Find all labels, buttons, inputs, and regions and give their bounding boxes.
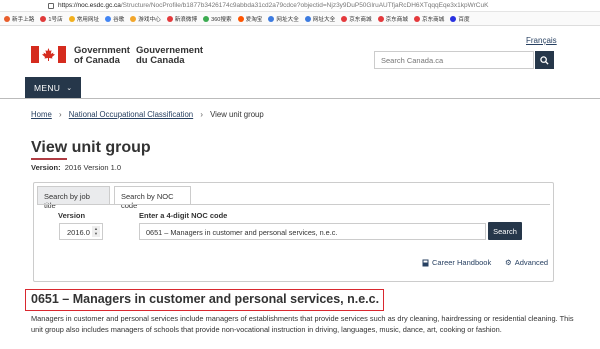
version-info: Version: 2016 Version 1.0 <box>31 163 122 172</box>
book-icon <box>422 259 429 266</box>
language-toggle-link[interactable]: Français <box>526 36 557 45</box>
noc-code-input[interactable]: 0651 – Managers in customer and personal… <box>139 223 486 240</box>
breadcrumb-separator-icon: › <box>58 110 62 119</box>
bookmark-item[interactable]: 谷歌 <box>105 15 124 23</box>
page-title: View unit group <box>31 139 151 156</box>
bookmark-favicon-icon <box>68 15 75 22</box>
address-bar[interactable]: https://noc.esdc.gc.ca/Structure/NocProf… <box>0 0 600 12</box>
version-select[interactable]: 2016.0 ▲ ▼ <box>59 223 103 240</box>
bookmark-favicon-icon <box>105 15 112 22</box>
career-handbook-link[interactable]: Career Handbook <box>422 258 491 267</box>
site-search-button[interactable] <box>535 51 554 69</box>
bookmark-favicon-icon <box>4 15 10 22</box>
header-divider <box>0 98 600 99</box>
bookmark-favicon-icon <box>268 15 275 22</box>
bookmark-item[interactable]: 网址大全 <box>268 15 299 23</box>
breadcrumb-separator-icon: › <box>200 110 203 119</box>
menu-button[interactable]: MENU ⌄ <box>25 77 81 98</box>
noc-code-label: Enter a 4-digit NOC code <box>139 211 228 220</box>
site-search-input[interactable] <box>374 51 534 69</box>
noc-search-button[interactable]: Search <box>488 222 522 240</box>
search-icon <box>540 55 549 65</box>
select-arrows-icon: ▲ ▼ <box>92 226 100 237</box>
bookmark-item[interactable]: 新浪微博 <box>166 15 197 23</box>
tab-search-by-noc-code[interactable]: Search by NOC code <box>114 186 191 210</box>
url-text[interactable]: https://noc.esdc.gc.ca/Structure/NocProf… <box>58 2 598 9</box>
advanced-search-link[interactable]: ⚙ Advanced <box>505 258 548 267</box>
breadcrumb-noc[interactable]: National Occupational Classification <box>69 110 193 119</box>
tabs-divider <box>37 204 550 205</box>
bookmark-favicon-icon <box>130 15 137 22</box>
gouvernement-du-canada-wordmark[interactable]: Gouvernement du Canada <box>136 46 203 66</box>
bookmark-favicon-icon <box>237 15 244 22</box>
bookmark-item[interactable]: 1号店 <box>40 15 63 23</box>
bookmark-favicon-icon <box>40 15 47 22</box>
breadcrumb-current: View unit group <box>210 110 264 119</box>
lock-icon <box>48 2 54 9</box>
canada-flag-icon <box>31 46 66 63</box>
bookmark-favicon-icon <box>304 15 311 22</box>
bookmark-favicon-icon <box>413 15 420 22</box>
breadcrumb-home[interactable]: Home <box>31 110 52 119</box>
chevron-down-icon: ⌄ <box>66 84 73 92</box>
government-of-canada-wordmark[interactable]: Government of Canada <box>74 46 130 66</box>
gear-icon: ⚙ <box>505 258 512 267</box>
bookmark-favicon-icon <box>450 15 457 22</box>
bookmark-favicon-icon <box>377 15 384 22</box>
bookmark-item[interactable]: 京东商城 <box>341 15 372 23</box>
unit-group-description: Managers in customer and personal servic… <box>31 314 574 334</box>
title-underline <box>31 158 67 160</box>
bookmark-item[interactable]: 京东商城 <box>413 15 444 23</box>
breadcrumb: Home › National Occupational Classificat… <box>31 110 264 119</box>
bookmark-favicon-icon <box>203 15 210 22</box>
bookmark-item[interactable]: 常用网址 <box>68 15 99 23</box>
version-select-label: Version <box>58 211 86 220</box>
bookmark-item[interactable]: 网址大全 <box>304 15 335 23</box>
bookmark-item[interactable]: 360搜索 <box>203 15 232 23</box>
bookmark-item[interactable]: 京东商城 <box>377 15 408 23</box>
bookmark-favicon-icon <box>341 15 348 22</box>
bookmark-item[interactable]: 爱淘宝 <box>237 15 262 23</box>
bookmark-item[interactable]: 百度 <box>450 15 470 23</box>
bookmarks-bar: 新手上路 1号店 常用网址 谷歌 游戏中心 新浪微博 360搜索 爱淘宝 网址大全 网址大全 京东商… <box>0 12 600 26</box>
tab-search-by-job-title[interactable]: Search by job title <box>37 186 110 210</box>
bookmark-favicon-icon <box>166 15 173 22</box>
bookmark-item[interactable]: 新手上路 <box>4 15 34 23</box>
unit-group-heading: 0651 – Managers in customer and personal… <box>31 292 380 306</box>
bookmark-item[interactable]: 游戏中心 <box>130 15 161 23</box>
